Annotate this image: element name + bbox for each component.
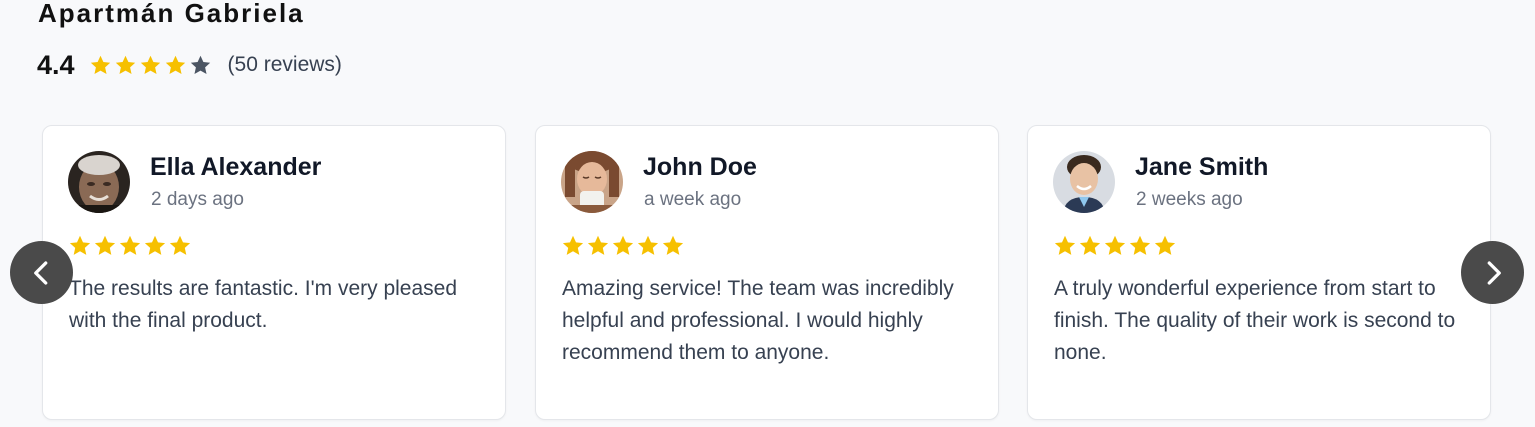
rating-value: 4.4 <box>37 49 75 80</box>
star-icon <box>1104 235 1126 255</box>
star-icon <box>169 235 191 255</box>
star-icon <box>637 235 659 255</box>
star-icon <box>562 235 584 255</box>
carousel-prev-button[interactable] <box>10 241 73 304</box>
review-count: (50 reviews) <box>227 53 342 76</box>
review-time: 2 weeks ago <box>1136 189 1243 210</box>
avatar <box>68 151 130 213</box>
star-icon <box>1129 235 1151 255</box>
star-icon <box>140 55 160 74</box>
review-card: Jane Smith 2 weeks ago A truly wonderful… <box>1027 125 1491 420</box>
review-author: Ella Alexander <box>150 153 322 181</box>
star-icon <box>1154 235 1176 255</box>
star-icon <box>662 235 684 255</box>
review-author: Jane Smith <box>1135 153 1269 181</box>
star-empty-icon <box>190 55 210 74</box>
business-title: Apartmán Gabriela <box>38 0 305 28</box>
review-stars <box>561 234 686 258</box>
review-text: A truly wonderful experience from start … <box>1054 277 1456 364</box>
star-icon <box>115 55 135 74</box>
carousel-next-button[interactable] <box>1461 241 1524 304</box>
star-icon <box>69 235 91 255</box>
review-time: a week ago <box>644 189 742 210</box>
star-icon <box>90 55 110 74</box>
star-icon <box>1079 235 1101 255</box>
star-icon <box>119 235 141 255</box>
star-icon <box>144 235 166 255</box>
rating-stars <box>89 54 214 77</box>
avatar <box>561 151 623 213</box>
review-text: Amazing service! The team was incredibly… <box>562 277 954 364</box>
review-stars <box>68 234 193 258</box>
review-stars <box>1053 234 1178 258</box>
star-icon <box>94 235 116 255</box>
avatar <box>1053 151 1115 213</box>
review-text: The results are fantastic. I'm very plea… <box>69 277 458 332</box>
review-author: John Doe <box>643 153 757 181</box>
review-card: Ella Alexander 2 days ago The results ar… <box>42 125 506 420</box>
star-icon <box>1054 235 1076 255</box>
chevron-left-icon <box>33 260 47 285</box>
star-icon <box>612 235 634 255</box>
rating-summary: 4.4 (50 reviews) <box>37 47 342 83</box>
star-icon <box>165 55 185 74</box>
review-time: 2 days ago <box>151 189 244 210</box>
chevron-right-icon <box>1487 260 1501 285</box>
star-icon <box>587 235 609 255</box>
review-card: John Doe a week ago Amazing service! The… <box>535 125 999 420</box>
